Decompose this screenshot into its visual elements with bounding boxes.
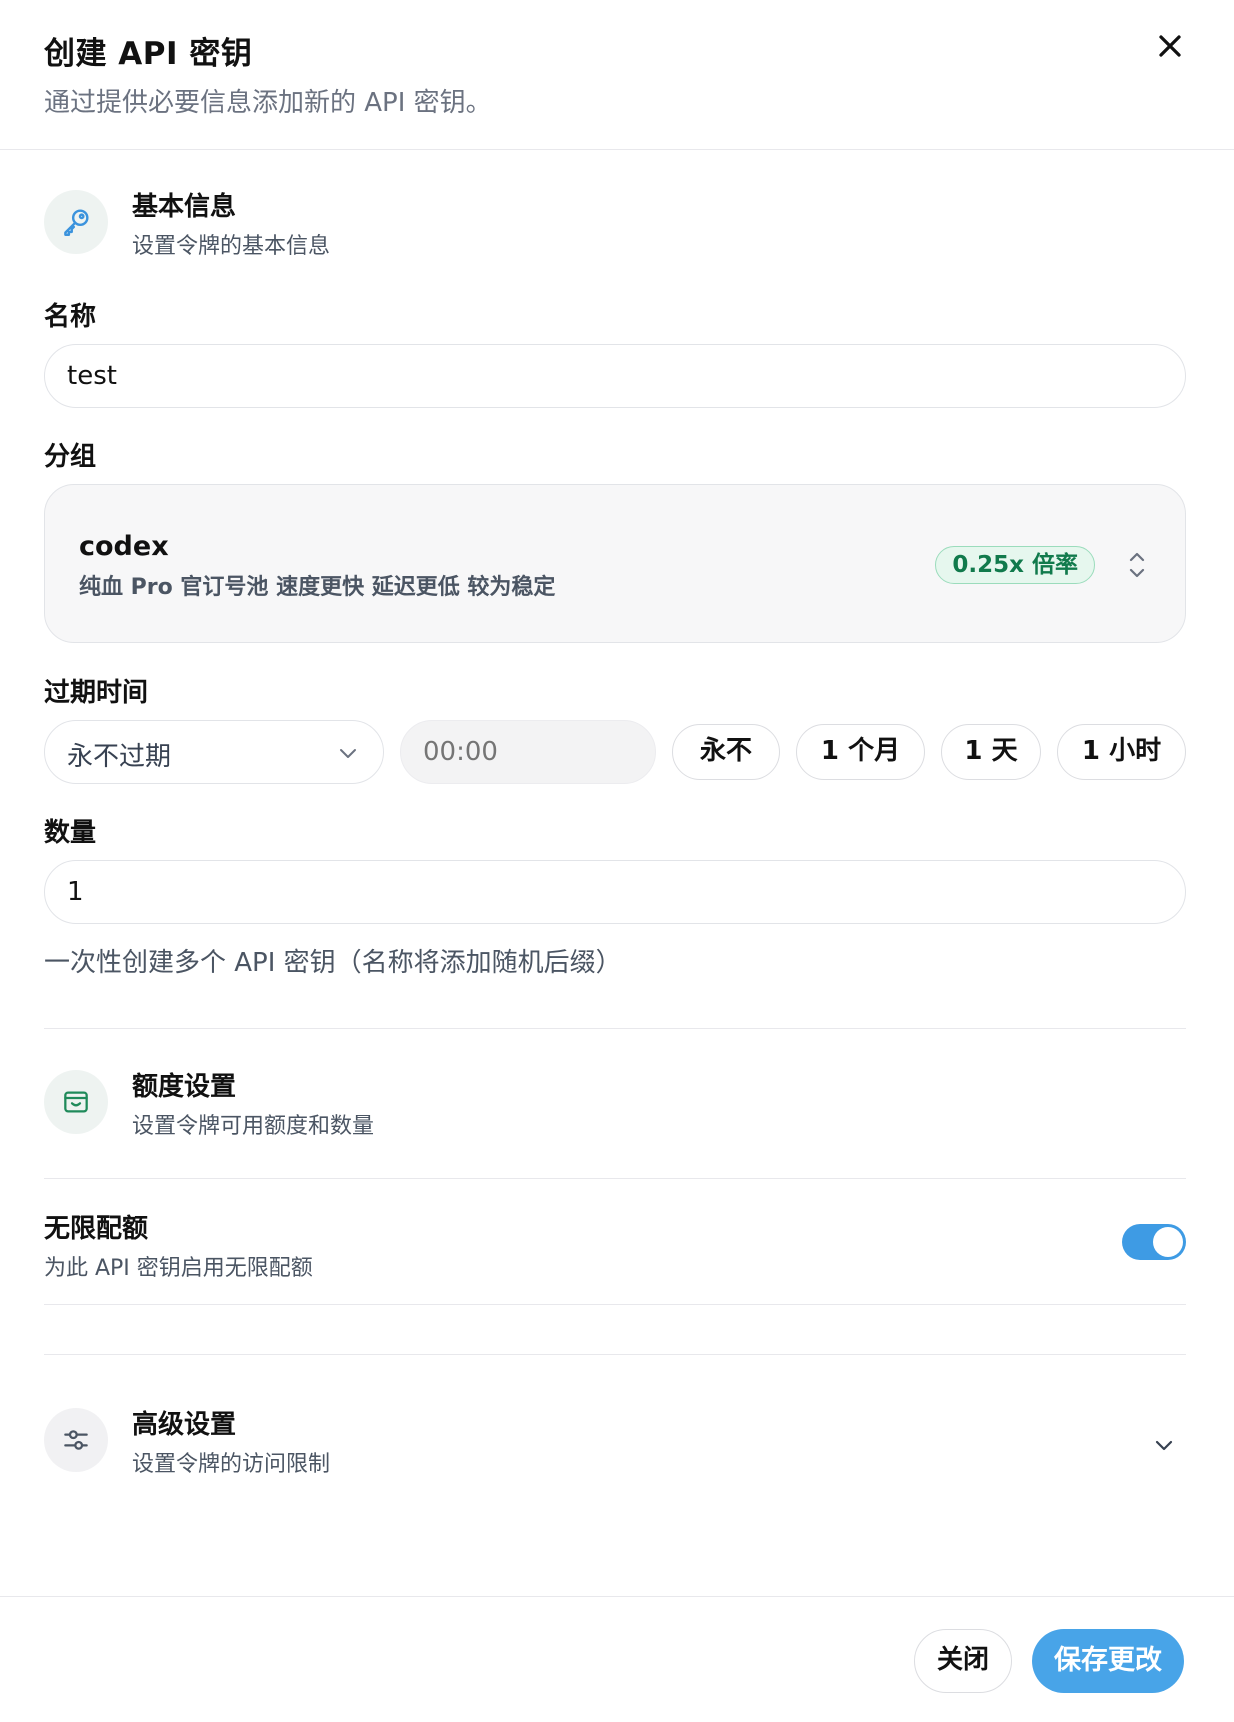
quantity-input[interactable] [44, 860, 1186, 924]
dialog-subtitle: 通过提供必要信息添加新的 API 密钥。 [44, 88, 492, 118]
create-api-key-dialog: 创建 API 密钥 通过提供必要信息添加新的 API 密钥。 基本信息 设置令牌… [0, 0, 1234, 1722]
ratio-badge: 0.25x 倍率 [935, 546, 1095, 584]
group-description: 纯血 Pro 官订号池 速度更快 延迟更低 较为稳定 [79, 575, 556, 600]
unlimited-quota-toggle[interactable] [1122, 1224, 1186, 1260]
close-button[interactable]: 关闭 [914, 1629, 1012, 1693]
key-icon [44, 190, 108, 254]
advanced-desc: 设置令牌的访问限制 [132, 1452, 331, 1477]
dialog-footer: 关闭 保存更改 [0, 1596, 1234, 1722]
quick-1-day-button[interactable]: 1 天 [941, 724, 1041, 780]
quota-title: 额度设置 [132, 1072, 237, 1102]
save-button[interactable]: 保存更改 [1032, 1629, 1184, 1693]
unlimited-quota-desc: 为此 API 密钥启用无限配额 [44, 1256, 313, 1281]
close-icon[interactable] [1152, 28, 1188, 64]
basic-info-desc: 设置令牌的基本信息 [132, 234, 331, 259]
chevron-up-down-icon [1129, 552, 1145, 578]
divider [44, 1178, 1186, 1179]
quota-desc: 设置令牌可用额度和数量 [132, 1114, 375, 1139]
unlimited-quota-title: 无限配额 [44, 1214, 149, 1244]
divider [44, 1028, 1186, 1029]
dialog-header: 创建 API 密钥 通过提供必要信息添加新的 API 密钥。 [0, 0, 1234, 150]
name-label: 名称 [44, 302, 97, 332]
sliders-icon [44, 1408, 108, 1472]
quota-section: 额度设置 设置令牌可用额度和数量 [44, 1070, 1184, 1139]
group-label: 分组 [44, 442, 97, 472]
divider [44, 1304, 1186, 1305]
basic-info-section: 基本信息 设置令牌的基本信息 [44, 190, 1184, 259]
expire-time-input[interactable] [400, 720, 656, 784]
quantity-hint: 一次性创建多个 API 密钥（名称将添加随机后缀） [44, 948, 622, 978]
expire-select[interactable]: 永不过期 [44, 720, 384, 784]
expire-label: 过期时间 [44, 678, 149, 708]
quick-1-month-button[interactable]: 1 个月 [796, 724, 925, 780]
group-select[interactable]: codex 纯血 Pro 官订号池 速度更快 延迟更低 较为稳定 0.25x 倍… [44, 484, 1186, 643]
quantity-label: 数量 [44, 818, 97, 848]
advanced-section[interactable]: 高级设置 设置令牌的访问限制 [44, 1408, 1184, 1477]
quick-1-hour-button[interactable]: 1 小时 [1057, 724, 1186, 780]
wallet-icon [44, 1070, 108, 1134]
quick-never-button[interactable]: 永不 [672, 724, 780, 780]
toggle-knob [1153, 1227, 1183, 1257]
divider [44, 1354, 1186, 1355]
expire-select-value: 永不过期 [67, 742, 172, 772]
chevron-down-icon[interactable] [1152, 1436, 1176, 1456]
chevron-down-icon [340, 749, 356, 758]
dialog-title: 创建 API 密钥 [44, 36, 253, 72]
basic-info-title: 基本信息 [132, 192, 237, 222]
advanced-title: 高级设置 [132, 1410, 237, 1440]
group-name: codex [79, 531, 169, 562]
name-input[interactable] [44, 344, 1186, 408]
